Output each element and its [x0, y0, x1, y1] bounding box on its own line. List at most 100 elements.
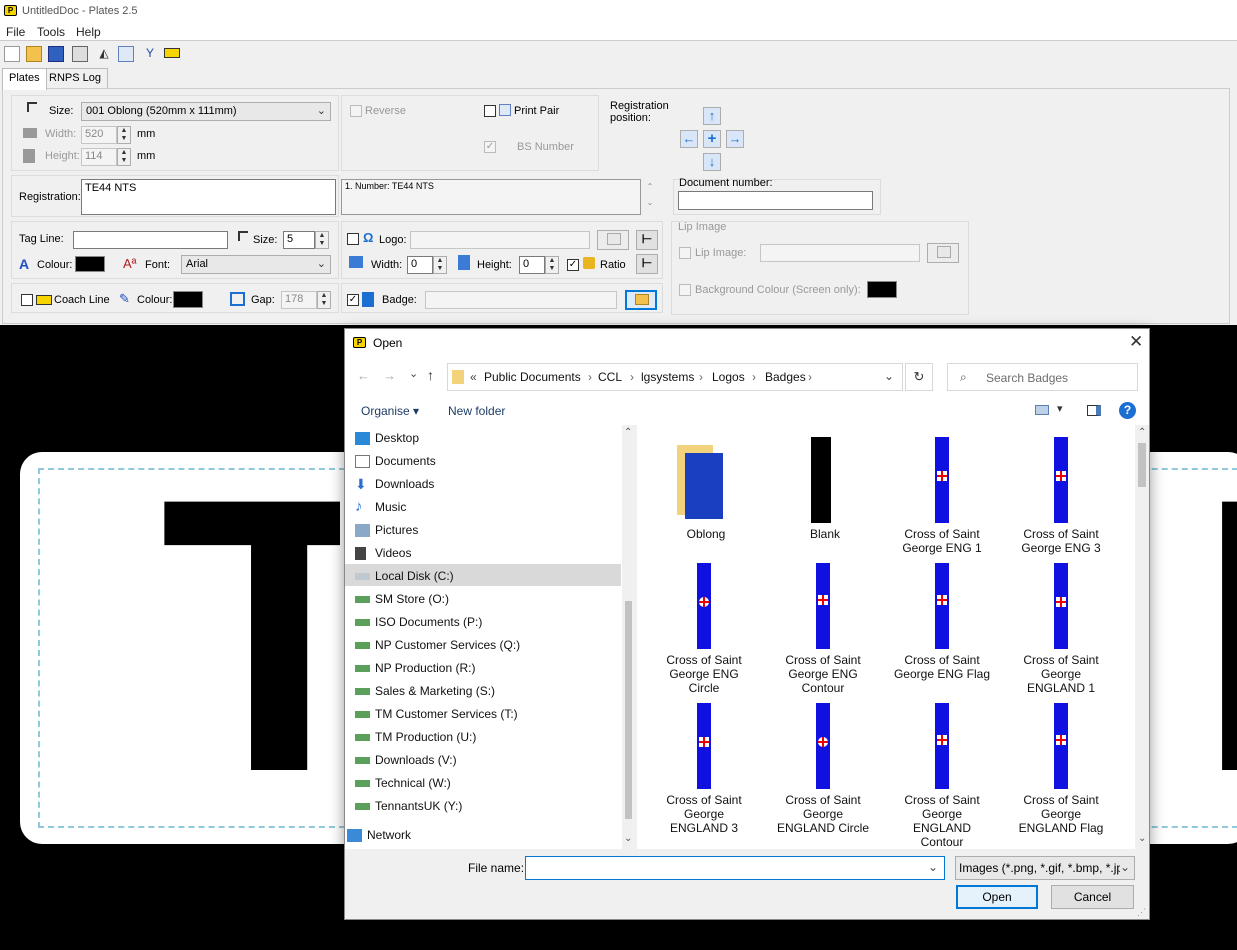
file-type-select[interactable]: Images (*.png, *.gif, *.bmp, *.jp ⌄: [955, 856, 1135, 880]
nav-local-disk-c[interactable]: Local Disk (C:): [355, 569, 454, 583]
tag-line-input[interactable]: [73, 231, 228, 249]
menu-file[interactable]: File: [6, 25, 25, 39]
search-input[interactable]: Search Badges: [986, 371, 1068, 385]
logo-browse-button[interactable]: [597, 230, 629, 250]
file-cross-england-1[interactable]: [1054, 563, 1068, 649]
move-left-button[interactable]: ←: [680, 130, 698, 148]
reverse-checkbox[interactable]: [350, 105, 362, 117]
tag-size-spinner[interactable]: ▲ ▼: [315, 231, 329, 249]
size-select[interactable]: 001 Oblong (520mm x 111mm) ⌄: [81, 102, 331, 121]
nav-sales-marketing[interactable]: Sales & Marketing (S:): [355, 684, 495, 698]
open-folder-icon[interactable]: [26, 46, 42, 62]
up-folder-icon[interactable]: ↑: [427, 367, 434, 383]
file-cross-eng-circle[interactable]: [697, 563, 711, 649]
logo-position-button[interactable]: ⊢: [636, 254, 658, 274]
move-down-button[interactable]: ↓: [703, 153, 721, 171]
lip-image-checkbox[interactable]: [679, 247, 691, 259]
logo-width-input[interactable]: 0: [407, 256, 433, 274]
nav-tm-customer-services[interactable]: TM Customer Services (T:): [355, 707, 518, 721]
nav-np-production[interactable]: NP Production (R:): [355, 661, 475, 675]
bs-number-checkbox[interactable]: ✓: [484, 141, 496, 153]
preview-scrollbar[interactable]: ⌃ ⌄: [642, 179, 658, 215]
nav-desktop[interactable]: Desktop: [355, 431, 419, 445]
logo-width-spinner[interactable]: ▲ ▼: [433, 256, 447, 274]
help-icon[interactable]: ?: [1119, 402, 1136, 419]
new-document-icon[interactable]: [4, 46, 20, 62]
file-cross-eng-3[interactable]: [1054, 437, 1068, 523]
copy-icon[interactable]: [118, 46, 134, 62]
menu-help[interactable]: Help: [76, 25, 101, 39]
nav-scrollbar[interactable]: ⌃ ⌄: [622, 425, 635, 849]
tab-plates[interactable]: Plates: [2, 68, 47, 90]
nav-sm-store[interactable]: SM Store (O:): [355, 592, 449, 606]
bs-icon[interactable]: Y: [142, 46, 158, 62]
back-icon[interactable]: ←: [357, 368, 370, 383]
file-cross-england-circle[interactable]: [816, 703, 830, 789]
file-cross-eng-1[interactable]: [935, 437, 949, 523]
nav-network[interactable]: Network: [347, 828, 411, 842]
logo-checkbox[interactable]: [347, 233, 359, 245]
address-bar[interactable]: « Public Documents › CCL › lgsystems › L…: [447, 363, 903, 391]
recent-locations-icon[interactable]: ⌄: [409, 367, 418, 380]
coach-line-checkbox[interactable]: [21, 294, 33, 306]
save-icon[interactable]: [48, 46, 64, 62]
height-input[interactable]: 114: [81, 148, 117, 166]
open-button[interactable]: Open: [956, 885, 1038, 909]
logo-align-button[interactable]: ⊢: [636, 230, 658, 250]
width-spinner[interactable]: ▲ ▼: [117, 126, 131, 144]
registration-input[interactable]: TE44 NTS: [81, 179, 336, 215]
chevron-down-icon[interactable]: ⌄: [884, 369, 894, 383]
lip-image-input[interactable]: [760, 244, 920, 262]
nav-videos[interactable]: Videos: [355, 546, 411, 560]
forward-icon[interactable]: →: [383, 368, 396, 383]
files-scrollbar[interactable]: ⌃ ⌄: [1135, 425, 1149, 849]
refresh-button[interactable]: ↻: [905, 363, 933, 391]
breadcrumb-ccl[interactable]: CCL: [598, 370, 622, 384]
nav-technical[interactable]: Technical (W:): [355, 776, 451, 790]
cancel-button[interactable]: Cancel: [1051, 885, 1134, 909]
center-button[interactable]: +: [703, 130, 721, 148]
nav-tm-production[interactable]: TM Production (U:): [355, 730, 476, 744]
menu-tools[interactable]: Tools: [37, 25, 65, 39]
file-cross-eng-contour[interactable]: [816, 563, 830, 649]
coach-colour-swatch[interactable]: [173, 291, 203, 308]
lip-image-browse-button[interactable]: [927, 243, 959, 263]
file-cross-eng-flag[interactable]: [935, 563, 949, 649]
height-spinner[interactable]: ▲ ▼: [117, 148, 131, 166]
nav-downloads[interactable]: ⬇ Downloads: [355, 477, 434, 491]
move-up-button[interactable]: ↑: [703, 107, 721, 125]
width-input[interactable]: 520: [81, 126, 117, 144]
breadcrumb-overflow[interactable]: «: [470, 370, 477, 384]
logo-height-input[interactable]: 0: [519, 256, 545, 274]
print-icon[interactable]: [72, 46, 88, 62]
chevron-down-icon[interactable]: ⌄: [928, 860, 938, 874]
ratio-checkbox[interactable]: ✓: [567, 259, 579, 271]
nav-pictures[interactable]: Pictures: [355, 523, 418, 537]
background-colour-swatch[interactable]: [867, 281, 897, 298]
font-select[interactable]: Arial ⌄: [181, 255, 331, 274]
file-cross-england-flag[interactable]: [1054, 703, 1068, 789]
breadcrumb-public-documents[interactable]: Public Documents: [484, 370, 581, 384]
preview-pane-icon[interactable]: [1087, 405, 1101, 416]
nav-downloads-v[interactable]: Downloads (V:): [355, 753, 457, 767]
mirror-icon[interactable]: ◭: [96, 46, 112, 62]
files-scrollbar-thumb[interactable]: [1138, 443, 1146, 487]
close-icon[interactable]: ✕: [1129, 332, 1143, 352]
nav-iso-documents[interactable]: ISO Documents (P:): [355, 615, 482, 629]
colour-swatch[interactable]: [75, 256, 105, 272]
breadcrumb-badges[interactable]: Badges: [765, 370, 806, 384]
breadcrumb-lgsystems[interactable]: lgsystems: [641, 370, 694, 384]
print-pair-checkbox[interactable]: [484, 105, 496, 117]
new-folder-button[interactable]: New folder: [448, 404, 505, 418]
view-options-icon[interactable]: [1035, 405, 1049, 415]
logo-height-spinner[interactable]: ▲ ▼: [545, 256, 559, 274]
badge-path-input[interactable]: [425, 291, 617, 309]
badge-browse-button[interactable]: [625, 290, 657, 310]
nav-music[interactable]: ♪ Music: [355, 499, 406, 514]
nav-np-customer-services[interactable]: NP Customer Services (Q:): [355, 638, 520, 652]
file-blank[interactable]: [811, 437, 831, 523]
file-name-input[interactable]: ⌄: [525, 856, 945, 880]
file-cross-england-3[interactable]: [697, 703, 711, 789]
tab-rnps-log[interactable]: RNPS Log: [42, 68, 108, 89]
logo-path-input[interactable]: [410, 231, 590, 249]
